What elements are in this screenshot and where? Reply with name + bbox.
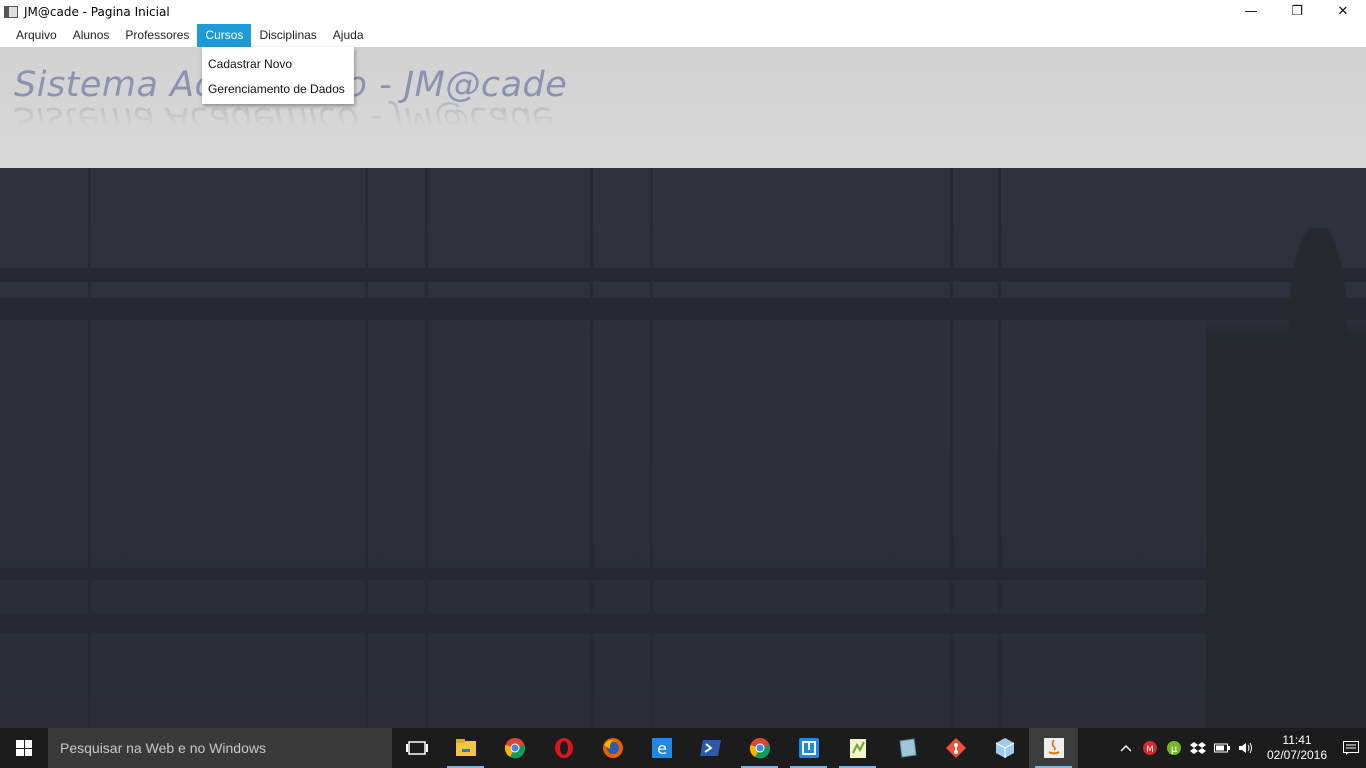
svg-text:µ: µ xyxy=(1171,744,1178,755)
background-post xyxy=(998,168,1001,728)
taskbar-terminal-app[interactable] xyxy=(784,728,833,768)
terminal-app-icon xyxy=(798,738,819,758)
volume-icon xyxy=(1239,742,1252,754)
opera-icon xyxy=(554,738,573,758)
powershell-icon xyxy=(699,740,721,756)
taskbar-firefox[interactable] xyxy=(588,728,637,768)
taskbar-edge[interactable]: e xyxy=(637,728,686,768)
taskbar-cube-app[interactable] xyxy=(980,728,1029,768)
taskbar-powershell[interactable] xyxy=(686,728,735,768)
firefox-icon xyxy=(602,738,623,758)
task-view-icon xyxy=(405,741,428,755)
git-icon xyxy=(945,738,966,758)
chrome-icon xyxy=(749,738,770,759)
search-box[interactable]: Pesquisar na Web e no Windows xyxy=(48,728,392,768)
close-button[interactable]: ✕ xyxy=(1320,0,1366,22)
file-explorer-icon xyxy=(455,739,476,756)
java-icon xyxy=(1043,738,1064,758)
start-button[interactable] xyxy=(0,728,48,768)
background-beam xyxy=(0,268,1366,282)
edge-icon: e xyxy=(651,738,672,758)
background-beam xyxy=(0,298,1366,320)
virtualbox-icon xyxy=(898,738,917,758)
taskbar-opera[interactable] xyxy=(539,728,588,768)
background-post xyxy=(365,168,368,728)
background-beam xyxy=(0,613,1366,633)
background-post xyxy=(590,168,593,728)
svg-text:M: M xyxy=(1146,745,1154,755)
background-post xyxy=(650,168,653,728)
taskbar-git[interactable] xyxy=(931,728,980,768)
window-controls: — ❐ ✕ xyxy=(1228,0,1366,24)
clock-time: 11:41 xyxy=(1282,733,1312,747)
menu-disciplinas[interactable]: Disciplinas xyxy=(251,24,324,47)
windows-logo-icon xyxy=(16,740,32,756)
window-title: JM@cade - Pagina Inicial xyxy=(24,5,170,19)
menu-bar: Arquivo Alunos Professores Cursos Discip… xyxy=(0,24,1366,47)
tray-clock[interactable]: 11:41 02/07/2016 xyxy=(1258,733,1336,763)
notepad-plus-icon xyxy=(849,739,866,758)
task-view-button[interactable] xyxy=(392,728,441,768)
show-hidden-icons-button[interactable] xyxy=(1114,728,1138,768)
main-background xyxy=(0,168,1366,728)
chevron-up-icon xyxy=(1120,745,1132,752)
system-tray: M µ 11:41 02/07/2016 xyxy=(1114,728,1366,768)
background-post xyxy=(425,168,428,728)
background-beam xyxy=(0,568,1366,580)
menu-cadastrar-novo[interactable]: Cadastrar Novo xyxy=(202,52,354,77)
tray-battery[interactable] xyxy=(1210,728,1234,768)
taskbar-chrome[interactable] xyxy=(490,728,539,768)
taskbar: Pesquisar na Web e no Windows e M µ 11:4… xyxy=(0,728,1366,768)
tray-volume[interactable] xyxy=(1234,728,1258,768)
menu-gerenciamento-de-dados[interactable]: Gerenciamento de Dados xyxy=(202,77,354,102)
background-post xyxy=(88,168,91,728)
taskbar-virtualbox[interactable] xyxy=(882,728,931,768)
tray-mega[interactable]: M xyxy=(1138,728,1162,768)
minimize-button[interactable]: — xyxy=(1228,0,1274,22)
menu-cursos[interactable]: Cursos xyxy=(197,24,252,47)
clock-date: 02/07/2016 xyxy=(1266,748,1328,762)
menu-ajuda[interactable]: Ajuda xyxy=(325,24,372,47)
taskbar-chrome-2[interactable] xyxy=(735,728,784,768)
tray-utorrent[interactable]: µ xyxy=(1162,728,1186,768)
title-bar: JM@cade - Pagina Inicial — ❐ ✕ xyxy=(0,0,1366,24)
app-logo-reflection: Sistema Academico - JM@cade xyxy=(14,99,554,139)
menu-arquivo[interactable]: Arquivo xyxy=(8,24,65,47)
background-silhouette xyxy=(1206,228,1366,728)
app-icon xyxy=(4,6,18,18)
menu-alunos[interactable]: Alunos xyxy=(65,24,118,47)
cursos-dropdown: Cadastrar Novo Gerenciamento de Dados xyxy=(202,47,354,104)
search-placeholder: Pesquisar na Web e no Windows xyxy=(60,740,266,756)
taskbar-file-explorer[interactable] xyxy=(441,728,490,768)
notification-icon xyxy=(1343,741,1359,755)
background-post xyxy=(950,168,953,728)
restore-button[interactable]: ❐ xyxy=(1274,0,1320,22)
action-center-button[interactable] xyxy=(1336,728,1366,768)
tray-dropbox[interactable] xyxy=(1186,728,1210,768)
taskbar-notepad-plus[interactable] xyxy=(833,728,882,768)
utorrent-icon: µ xyxy=(1167,741,1181,755)
svg-text:e: e xyxy=(657,739,667,758)
battery-icon xyxy=(1214,743,1230,753)
taskbar-apps: e xyxy=(392,728,1078,768)
dropbox-icon xyxy=(1190,742,1206,754)
cube-app-icon xyxy=(995,738,1014,758)
taskbar-java[interactable] xyxy=(1029,728,1078,768)
menu-professores[interactable]: Professores xyxy=(117,24,197,47)
chrome-icon xyxy=(504,738,525,759)
mega-icon: M xyxy=(1143,741,1157,755)
